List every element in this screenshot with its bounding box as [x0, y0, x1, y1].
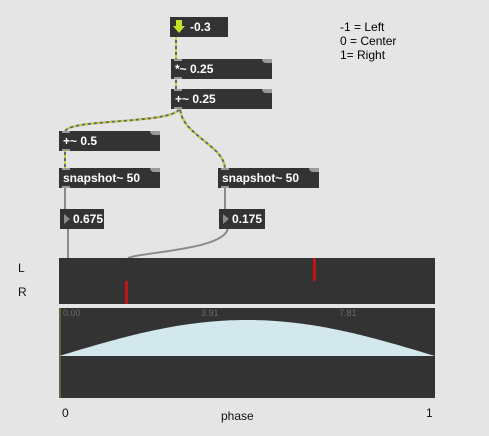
number-box-right[interactable]: 0.175 — [219, 209, 265, 229]
add-b-outlet[interactable] — [62, 149, 70, 151]
scope-tick-mid: 3.91 — [201, 308, 219, 318]
pan-legend-line-right: 1= Right — [340, 48, 386, 62]
snapshot-left-object[interactable]: snapshot~ 50 — [59, 168, 160, 188]
axis-end-label: 1 — [426, 406, 433, 420]
number-input-value: -0.3 — [190, 20, 211, 34]
add-b-right-inlet[interactable] — [150, 131, 160, 135]
down-arrow-icon — [173, 20, 185, 33]
pan-marker-right — [125, 281, 128, 304]
pan-meter-panel[interactable] — [59, 258, 435, 304]
snapshot-right-right-inlet[interactable] — [309, 168, 319, 172]
snapshot-right-outlet[interactable] — [221, 186, 229, 188]
add-a-outlet[interactable] — [174, 107, 182, 109]
triangle-right-icon — [223, 213, 229, 224]
snapshot-left-outlet[interactable] — [62, 186, 70, 188]
meter-label-r: R — [18, 285, 27, 299]
mul-object-label: *~ 0.25 — [175, 62, 214, 76]
number-box-right-value: 0.175 — [232, 212, 263, 226]
axis-title: phase — [221, 409, 254, 423]
snapshot-right-inlet[interactable] — [221, 168, 229, 170]
waveform-curve — [59, 320, 435, 356]
add-object-b[interactable]: +~ 0.5 — [59, 131, 160, 151]
mul-outlet[interactable] — [174, 77, 182, 79]
number-box-left-value: 0.675 — [73, 212, 104, 226]
scope-waveform — [59, 308, 435, 398]
add-object-a-label: +~ 0.25 — [175, 92, 216, 106]
number-box-left[interactable]: 0.675 — [60, 209, 104, 229]
mul-inlet[interactable] — [174, 59, 182, 61]
snapshot-left-inlet[interactable] — [62, 168, 70, 170]
add-object-b-label: +~ 0.5 — [63, 134, 98, 148]
number-input[interactable]: -0.3 — [170, 17, 228, 37]
snapshot-left-label: snapshot~ 50 — [63, 171, 141, 185]
add-a-right-inlet[interactable] — [262, 89, 272, 93]
scope-tick-right: 7.81 — [339, 308, 357, 318]
add-object-a[interactable]: +~ 0.25 — [171, 89, 272, 109]
snapshot-right-label: snapshot~ 50 — [222, 171, 300, 185]
pan-marker-left — [313, 258, 316, 281]
pan-legend-line-center: 0 = Center — [340, 34, 397, 48]
triangle-right-icon — [64, 213, 70, 224]
mul-object[interactable]: *~ 0.25 — [171, 59, 272, 79]
snapshot-left-right-inlet[interactable] — [150, 168, 160, 172]
mul-right-inlet[interactable] — [262, 59, 272, 63]
add-b-inlet[interactable] — [62, 131, 70, 133]
axis-start-label: 0 — [62, 406, 69, 420]
scope-panel[interactable]: 0.00 3.91 7.81 — [59, 308, 435, 398]
pan-legend-line-left: -1 = Left — [340, 20, 385, 34]
add-a-inlet[interactable] — [174, 89, 182, 91]
meter-label-l: L — [18, 261, 25, 275]
scope-tick-left: 0.00 — [63, 308, 81, 318]
pan-legend-comment: -1 = Left 0 = Center 1= Right — [340, 20, 396, 62]
snapshot-right-object[interactable]: snapshot~ 50 — [218, 168, 319, 188]
